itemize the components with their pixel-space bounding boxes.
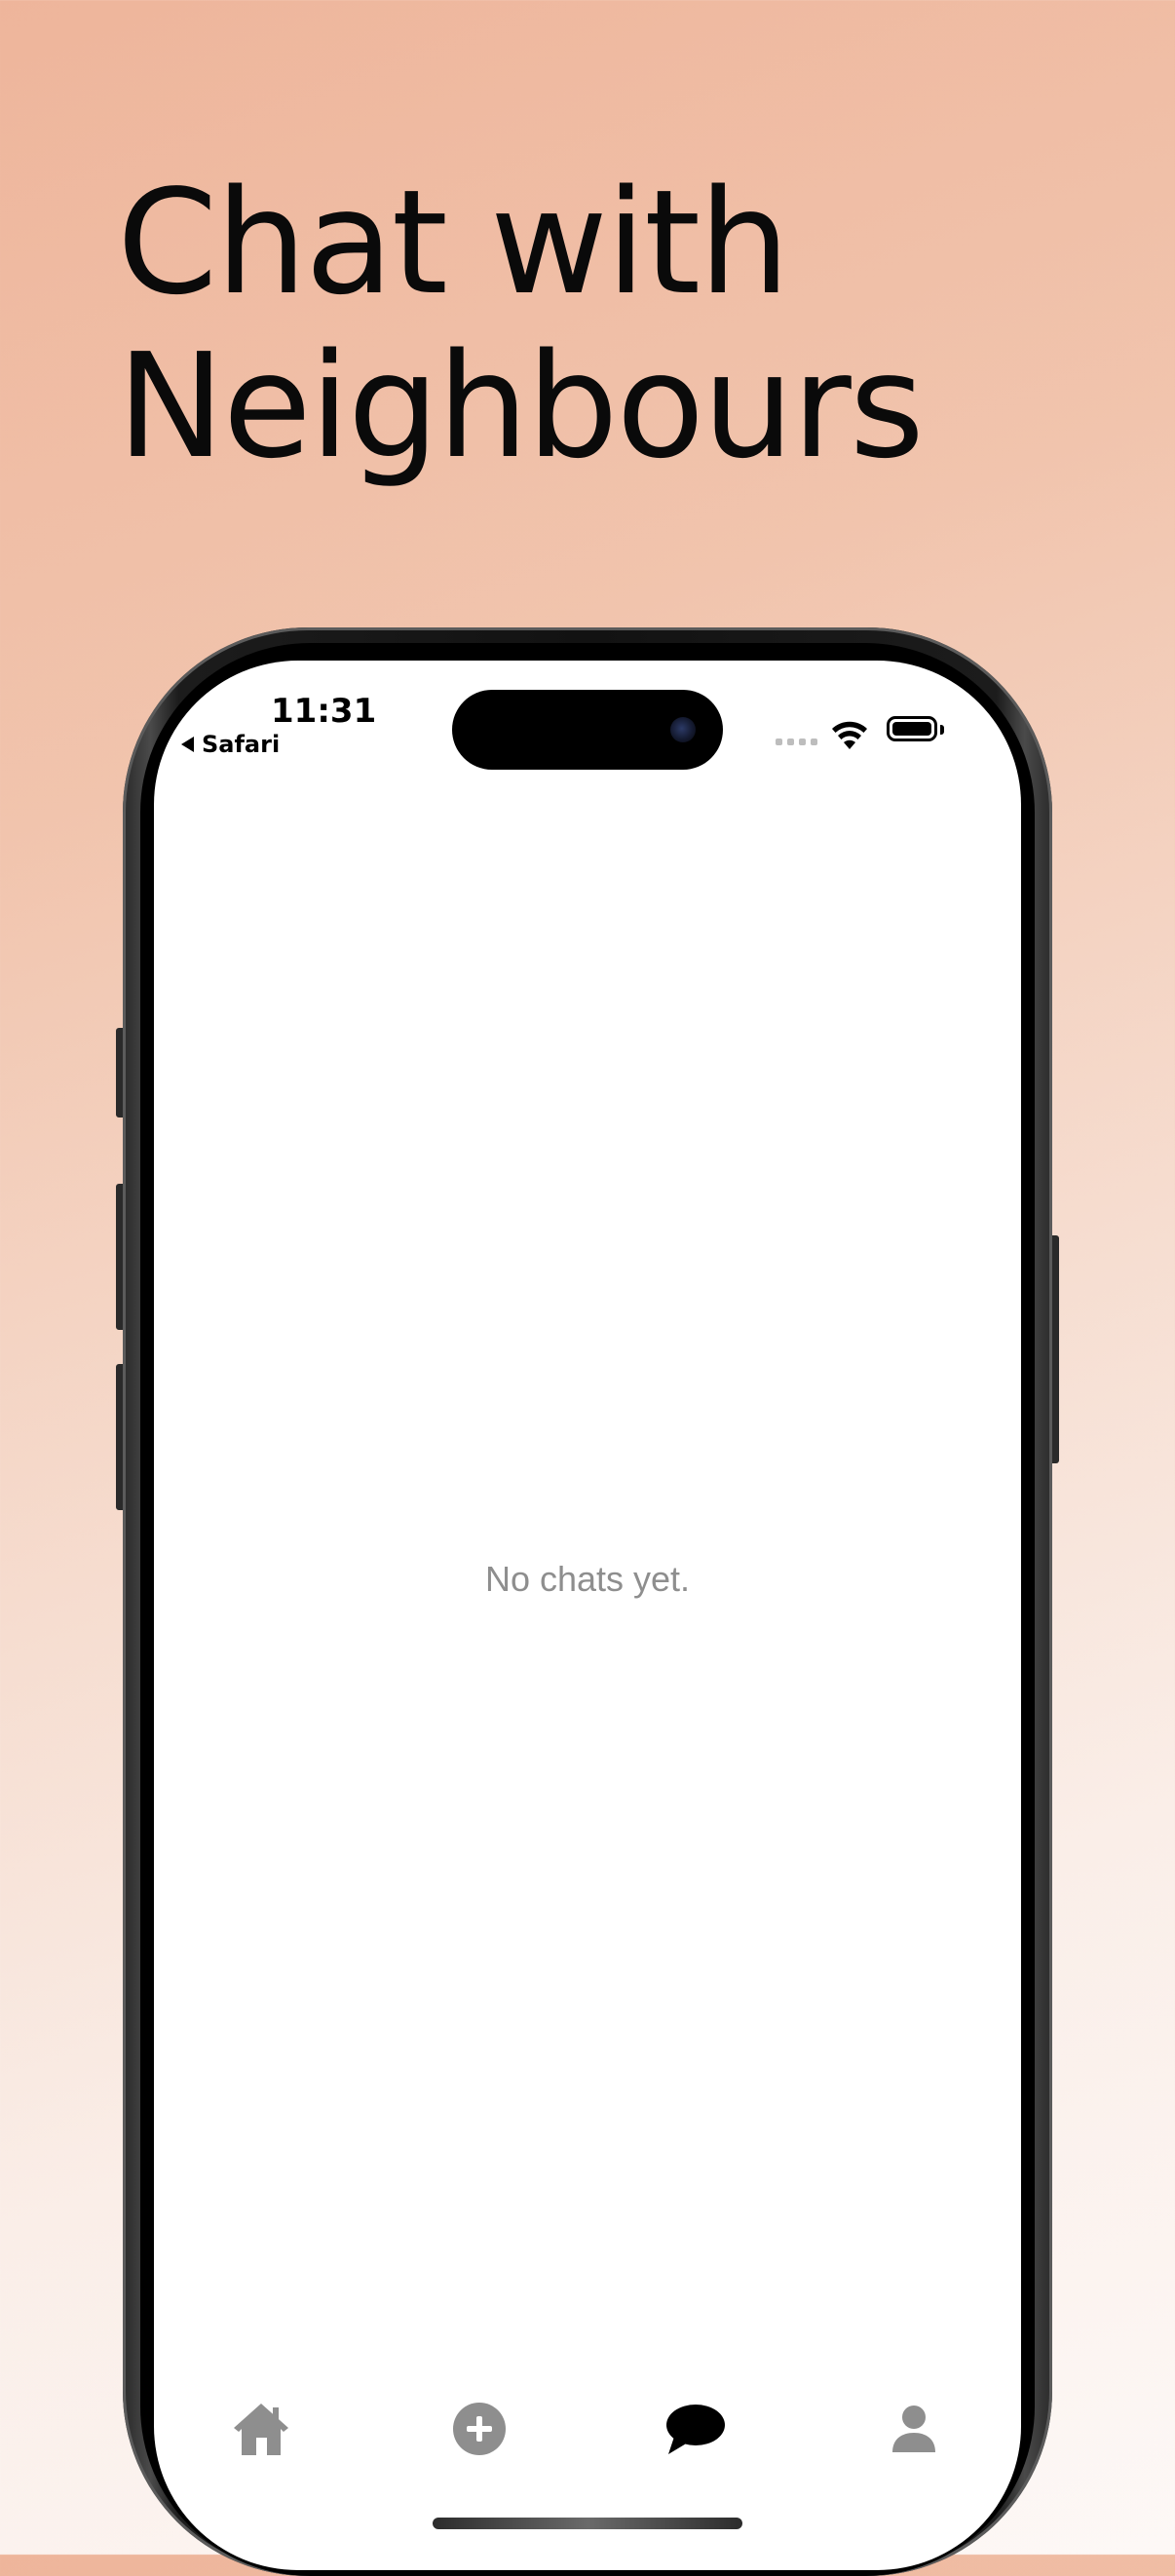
- camera-icon: [670, 717, 696, 742]
- back-app-label: Safari: [202, 731, 281, 758]
- battery-icon: [887, 716, 937, 741]
- battery-fill: [892, 722, 931, 736]
- tab-profile[interactable]: [855, 2375, 972, 2482]
- back-to-app-link[interactable]: Safari: [181, 731, 280, 758]
- empty-chats-message: No chats yet.: [484, 1559, 691, 1599]
- chat-bubble-icon: [666, 2405, 725, 2454]
- tab-home[interactable]: [203, 2375, 320, 2482]
- tab-add[interactable]: [421, 2375, 538, 2482]
- wifi-icon: [832, 721, 867, 749]
- add-circle-icon: [453, 2403, 506, 2455]
- home-icon: [234, 2404, 288, 2455]
- tab-chat[interactable]: [637, 2375, 754, 2482]
- back-arrow-icon: [181, 737, 194, 752]
- home-indicator[interactable]: [433, 2518, 742, 2529]
- person-icon: [892, 2406, 935, 2452]
- tab-bar: [154, 2375, 1021, 2492]
- cellular-signal-icon: [776, 739, 817, 745]
- marketing-headline: Chat with Neighbours: [117, 159, 925, 490]
- battery-tip: [940, 725, 944, 735]
- status-time: 11:31: [271, 692, 377, 731]
- dynamic-island: [452, 690, 723, 770]
- headline-line-1: Chat with: [117, 159, 790, 326]
- headline-line-2: Neighbours: [117, 322, 925, 490]
- phone-screen: 11:31 Safari No chats yet.: [154, 661, 1021, 2570]
